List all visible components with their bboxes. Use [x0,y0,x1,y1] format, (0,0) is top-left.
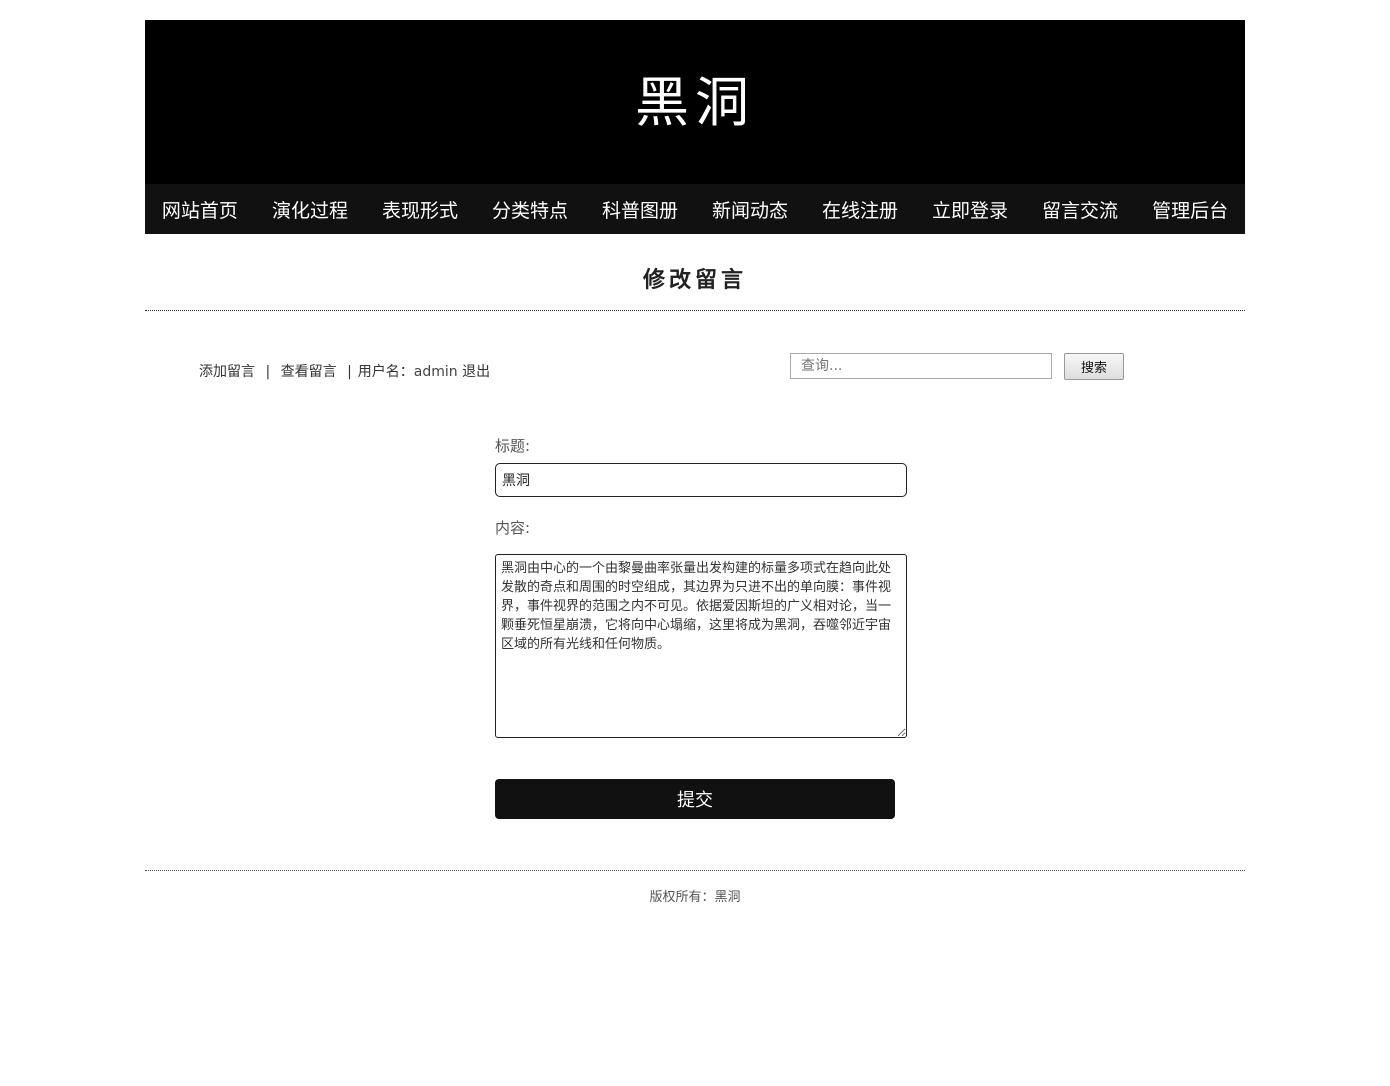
main-nav: 网站首页 演化过程 表现形式 分类特点 科普图册 新闻动态 在线注册 立即登录 … [145,184,1245,234]
message-toolbar: 添加留言 | 查看留言 | 用户名：admin 退出 搜索 [145,311,1245,391]
title-field-label: 标题: [495,437,531,455]
footer-copyright: 版权所有：黑洞 [649,890,741,905]
add-message-link[interactable]: 添加留言 [199,364,255,380]
content-field[interactable]: 黑洞由中心的一个由黎曼曲率张量出发构建的标量多项式在趋向此处发散的奇点和周围的时… [495,554,907,738]
username-value: admin [413,364,458,380]
page-container: 黑洞 网站首页 演化过程 表现形式 分类特点 科普图册 新闻动态 在线注册 立即… [145,20,1245,905]
toolbar-links: 添加留言 | 查看留言 | 用户名：admin 退出 [199,361,490,381]
edit-message-form: 标题: 内容: 黑洞由中心的一个由黎曼曲率张量出发构建的标量多项式在趋向此处发散… [495,435,907,819]
nav-item-register[interactable]: 在线注册 [822,196,898,223]
nav-item-evolution[interactable]: 演化过程 [272,196,348,223]
separator: | [347,364,352,380]
nav-item-gallery[interactable]: 科普图册 [602,196,678,223]
content-field-label: 内容: [495,519,531,537]
site-title: 黑洞 [635,70,755,134]
separator: | [265,364,271,380]
page-title: 修改留言 [642,267,747,293]
view-messages-link[interactable]: 查看留言 [281,364,337,380]
nav-item-login[interactable]: 立即登录 [932,196,1008,223]
nav-item-admin[interactable]: 管理后台 [1152,196,1228,223]
site-banner: 黑洞 [145,20,1245,184]
search-button[interactable]: 搜索 [1064,353,1124,380]
nav-item-guestbook[interactable]: 留言交流 [1042,196,1118,223]
nav-item-forms[interactable]: 表现形式 [382,196,458,223]
footer-divider [145,870,1245,871]
nav-item-news[interactable]: 新闻动态 [712,196,788,223]
submit-button[interactable]: 提交 [495,779,895,819]
username-label: 用户名： [357,364,414,380]
logout-link[interactable]: 退出 [462,364,490,380]
title-field[interactable] [495,463,907,497]
nav-item-classification[interactable]: 分类特点 [492,196,568,223]
nav-item-home[interactable]: 网站首页 [162,196,238,223]
search-input[interactable] [790,353,1052,379]
